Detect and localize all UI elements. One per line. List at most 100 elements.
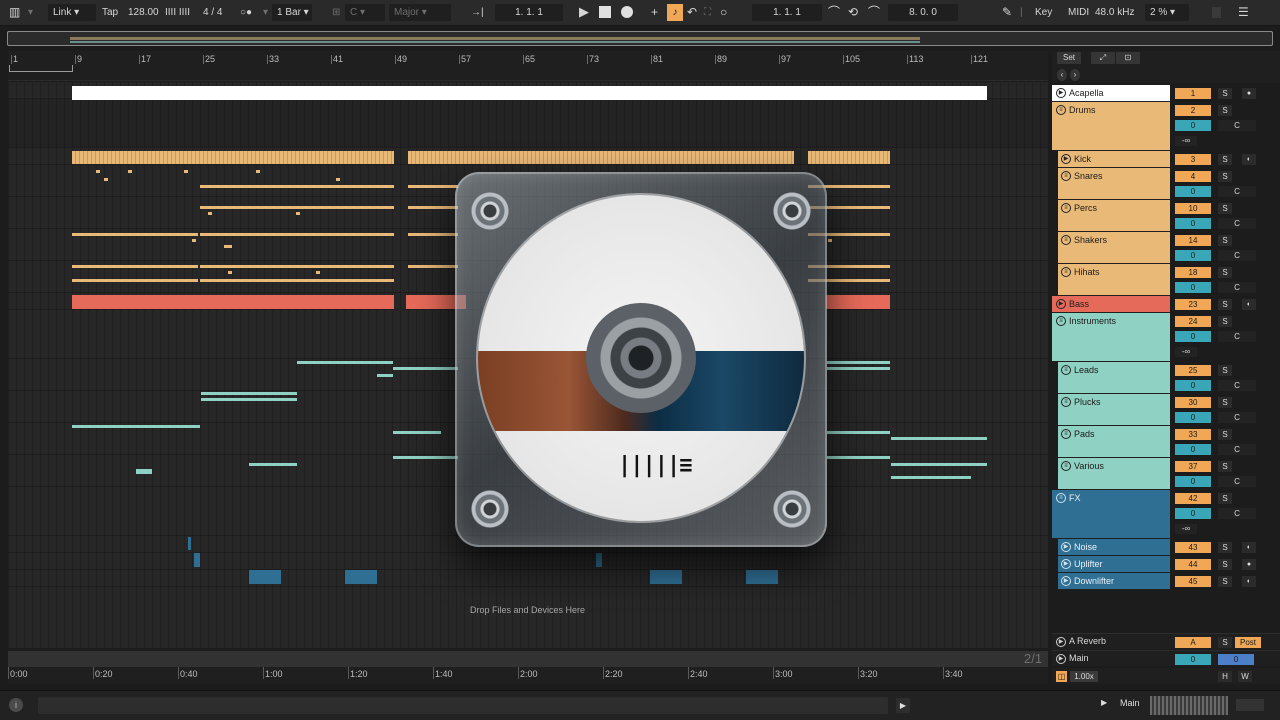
group-icon[interactable]: ≡ — [1061, 235, 1071, 245]
zoom-field[interactable]: 1.00x — [1070, 671, 1098, 682]
main-track[interactable]: ▶ Main 0 0 — [1052, 650, 1280, 666]
track-number[interactable]: 1 — [1175, 88, 1211, 99]
midi-map-button[interactable]: MIDI — [1068, 4, 1089, 21]
width-toggle[interactable]: W — [1238, 671, 1252, 682]
set-button[interactable]: Set — [1057, 52, 1081, 64]
clip-downlifter[interactable] — [746, 570, 778, 584]
menu-icon[interactable]: ☰ — [1238, 4, 1249, 21]
device-toggle[interactable] — [1236, 699, 1264, 711]
pan-field[interactable]: C — [1218, 186, 1256, 197]
track-number[interactable]: 10 — [1175, 203, 1211, 214]
track-number[interactable]: 45 — [1175, 576, 1211, 587]
group-icon[interactable]: ≡ — [1061, 203, 1071, 213]
scroll-bar[interactable] — [8, 651, 1048, 667]
lane-downlifter[interactable] — [8, 570, 1048, 587]
pan-field[interactable]: C — [1218, 380, 1256, 391]
solo-button[interactable]: S — [1218, 171, 1232, 182]
clip-downlifter[interactable] — [249, 570, 281, 584]
device-thumbnail[interactable] — [1150, 696, 1228, 715]
key-root-select[interactable]: C ▾ — [345, 4, 385, 21]
clip-bass[interactable] — [826, 295, 890, 309]
clip-kick[interactable] — [72, 151, 394, 164]
solo-button[interactable]: S — [1218, 105, 1232, 116]
return-letter[interactable]: A — [1175, 637, 1211, 648]
arrow-left-icon[interactable]: ‹ — [1057, 69, 1067, 81]
view-toggle-icon[interactable]: ▥ — [9, 4, 20, 21]
metronome-button[interactable]: ○● — [240, 4, 252, 21]
automation-arm-icon[interactable]: ♪ — [667, 4, 683, 21]
expand-icon[interactable]: ⤢ — [1091, 52, 1115, 64]
track-fold-icon[interactable]: ▶ — [1061, 542, 1071, 552]
lane-uplifter[interactable] — [8, 553, 1048, 570]
group-icon[interactable]: ≡ — [1056, 105, 1066, 115]
solo-button[interactable]: S — [1218, 637, 1232, 648]
monitor-icon[interactable]: ◐ — [1242, 299, 1256, 310]
volume-field[interactable]: 0 — [1175, 218, 1211, 229]
pan-field[interactable]: C — [1218, 331, 1256, 342]
loop-icon[interactable]: ⟲ — [848, 4, 858, 21]
track-number[interactable]: 3 — [1175, 154, 1211, 165]
track-downlifter[interactable]: ▶ Downlifter 45 S ◐ — [1052, 573, 1280, 590]
play-button[interactable]: ▶ — [579, 4, 589, 21]
solo-button[interactable]: S — [1218, 559, 1232, 570]
follow-icon[interactable]: →| — [471, 4, 484, 21]
track-shakers[interactable]: ≡ Shakers 14 S 0 C — [1052, 232, 1280, 264]
chevron-down-icon[interactable]: ▾ — [28, 4, 33, 21]
group-icon[interactable]: ≡ — [1061, 267, 1071, 277]
tap-tempo-button[interactable]: Tap — [102, 4, 118, 21]
tempo-field[interactable]: 128.00 — [128, 4, 159, 21]
monitor-icon[interactable]: ◐ — [1242, 154, 1256, 165]
monitor-icon[interactable]: ◐ — [1242, 576, 1256, 587]
track-fold-icon[interactable]: ▶ — [1061, 154, 1071, 164]
track-acapella[interactable]: ▶ Acapella 1 S ● — [1052, 85, 1280, 102]
return-track-reverb[interactable]: ▶ A Reverb A S Post — [1052, 633, 1280, 649]
solo-button[interactable]: S — [1218, 316, 1232, 327]
pan-field[interactable]: C — [1218, 476, 1256, 487]
track-bass[interactable]: ▶ Bass 23 S ◐ — [1052, 296, 1280, 313]
track-hihats[interactable]: ≡ Hihats 18 S 0 C — [1052, 264, 1280, 296]
capture-icon[interactable]: ⛶ — [704, 4, 711, 21]
track-number[interactable]: 43 — [1175, 542, 1211, 553]
song-position-field[interactable]: 1. 1. 1 — [495, 4, 563, 21]
pan-field[interactable]: C — [1218, 282, 1256, 293]
solo-button[interactable]: S — [1218, 576, 1232, 587]
clip-kick[interactable] — [808, 151, 890, 164]
pencil-icon[interactable]: ✎ — [1002, 4, 1012, 21]
play-icon[interactable]: ▶ — [1101, 698, 1107, 707]
punch-in-icon[interactable]: ⌒ — [828, 4, 840, 21]
arrangement-overview[interactable] — [7, 31, 1273, 46]
clip-bass[interactable] — [72, 295, 394, 309]
add-icon[interactable]: + — [651, 4, 658, 21]
main-pan-field[interactable]: 0 — [1218, 654, 1254, 665]
group-icon[interactable]: ≡ — [1061, 365, 1071, 375]
time-signature-field[interactable]: 4 / 4 — [203, 4, 222, 21]
group-icon[interactable]: ≡ — [1056, 316, 1066, 326]
clip-uplifter[interactable] — [596, 553, 602, 567]
track-number[interactable]: 18 — [1175, 267, 1211, 278]
pan-field[interactable]: C — [1218, 412, 1256, 423]
track-number[interactable]: 2 — [1175, 105, 1211, 116]
arrow-right-icon[interactable]: › — [1070, 69, 1080, 81]
track-fold-icon[interactable]: ▶ — [1056, 299, 1066, 309]
link-button[interactable]: Link ▾ — [48, 4, 96, 21]
send-field[interactable]: -∞ — [1175, 347, 1197, 357]
volume-field[interactable]: 0 — [1175, 380, 1211, 391]
pan-field[interactable]: C — [1218, 218, 1256, 229]
scale-toggle-icon[interactable]: ⊞ — [332, 4, 340, 21]
track-fold-icon[interactable]: ▶ — [1056, 637, 1066, 647]
quantize-select[interactable]: 1 Bar ▾ — [272, 4, 312, 21]
track-number[interactable]: 30 — [1175, 397, 1211, 408]
track-number[interactable]: 25 — [1175, 365, 1211, 376]
solo-button[interactable]: S — [1218, 493, 1232, 504]
post-toggle[interactable]: Post — [1235, 637, 1261, 648]
group-icon[interactable]: ≡ — [1061, 397, 1071, 407]
pan-field[interactable]: C — [1218, 508, 1256, 519]
info-icon[interactable]: i — [9, 698, 23, 712]
loop-start-field[interactable]: 1. 1. 1 — [752, 4, 822, 21]
track-fold-icon[interactable]: ▶ — [1061, 576, 1071, 586]
track-number[interactable]: 23 — [1175, 299, 1211, 310]
track-instruments[interactable]: ≡ Instruments 24 S 0 C -∞ — [1052, 313, 1280, 362]
monitor-icon[interactable]: ◐ — [1242, 542, 1256, 553]
track-number[interactable]: 33 — [1175, 429, 1211, 440]
height-toggle[interactable]: H — [1218, 671, 1232, 682]
